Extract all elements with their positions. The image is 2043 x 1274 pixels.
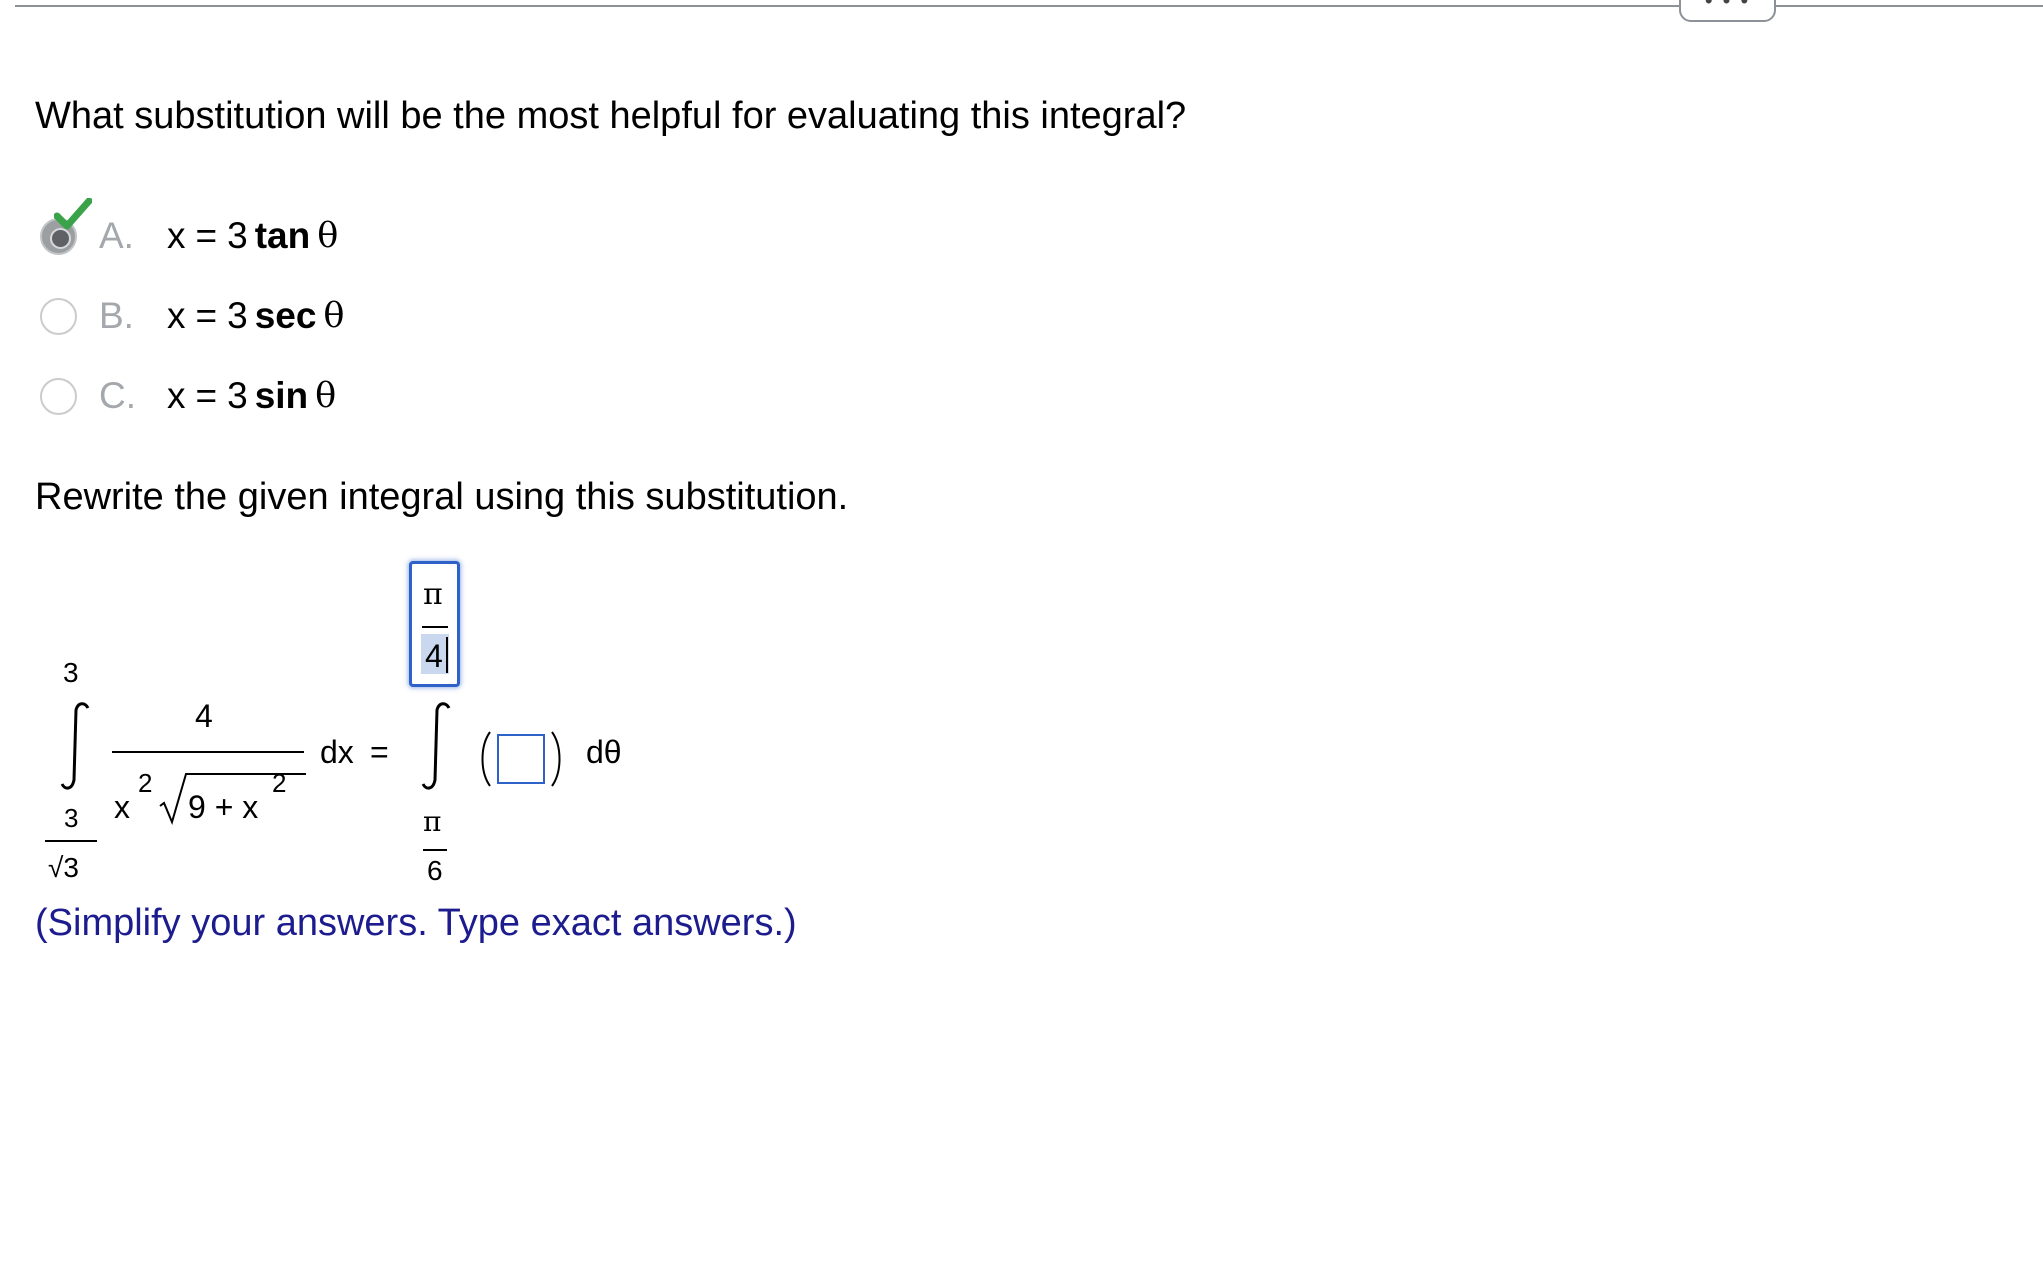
option-equals: = xyxy=(195,375,218,416)
denominator-x-exponent: 2 xyxy=(138,768,153,798)
lhs-lower-limit-num: 3 xyxy=(64,803,79,833)
checkmark-icon xyxy=(54,197,92,229)
instruction-text: Rewrite the given integral using this su… xyxy=(35,476,849,518)
option-a-radio[interactable] xyxy=(40,197,92,255)
option-letter: C. xyxy=(99,375,136,416)
option-letter: A. xyxy=(99,215,134,256)
lhs-upper-limit: 3 xyxy=(63,657,79,688)
option-equals: = xyxy=(195,295,218,336)
denominator-radicand: 9 + x xyxy=(188,789,259,825)
question-text: What substitution will be the most helpf… xyxy=(35,95,1187,137)
denominator-x: x xyxy=(114,789,130,825)
rhs-lower-limit-bar xyxy=(423,849,447,851)
rhs-upper-limit-den[interactable]: 4 xyxy=(425,640,443,672)
option-b-radio[interactable] xyxy=(40,297,77,335)
integrand-answer-input[interactable] xyxy=(497,734,545,784)
option-function: sin xyxy=(254,375,309,416)
lhs-differential: dx xyxy=(320,734,354,770)
option-letter: B. xyxy=(99,295,134,336)
option-equals: = xyxy=(195,215,218,256)
option-var: x xyxy=(167,375,186,416)
integrand-numerator: 4 xyxy=(195,698,213,734)
rhs-upper-limit-num: π xyxy=(423,577,443,612)
lhs-lower-limit-den: √3 xyxy=(48,852,79,883)
option-b[interactable]: B. x = 3 sec θ xyxy=(40,291,345,341)
text-cursor xyxy=(446,637,448,673)
option-var: x xyxy=(167,295,186,336)
integral-sign-icon xyxy=(421,702,451,790)
integrand-fraction-bar xyxy=(112,751,304,753)
more-options-button[interactable]: • • • xyxy=(1679,0,1776,22)
option-number: 3 xyxy=(227,295,248,336)
option-function: tan xyxy=(254,215,311,256)
rhs-lower-limit-num: π xyxy=(423,805,442,838)
option-c[interactable]: C. x = 3 sin θ xyxy=(40,371,336,421)
option-number: 3 xyxy=(227,215,248,256)
integral-sign-icon xyxy=(60,702,90,790)
lhs-lower-limit-bar xyxy=(45,840,97,842)
hint-text: (Simplify your answers. Type exact answe… xyxy=(35,902,797,944)
option-c-radio[interactable] xyxy=(40,377,77,415)
option-number: 3 xyxy=(227,375,248,416)
option-theta: θ xyxy=(315,376,337,416)
rhs-differential: dθ xyxy=(586,734,622,770)
option-var: x xyxy=(167,215,186,256)
rhs-lower-limit-den: 6 xyxy=(427,855,443,886)
option-theta: θ xyxy=(323,296,345,336)
rhs-upper-limit-bar xyxy=(422,626,448,628)
option-a[interactable]: A. x = 3 tan θ xyxy=(40,197,339,261)
option-theta: θ xyxy=(317,216,339,256)
equals-sign: = xyxy=(370,734,389,770)
denominator-radicand-exponent: 2 xyxy=(272,768,287,798)
option-function: sec xyxy=(254,295,317,336)
